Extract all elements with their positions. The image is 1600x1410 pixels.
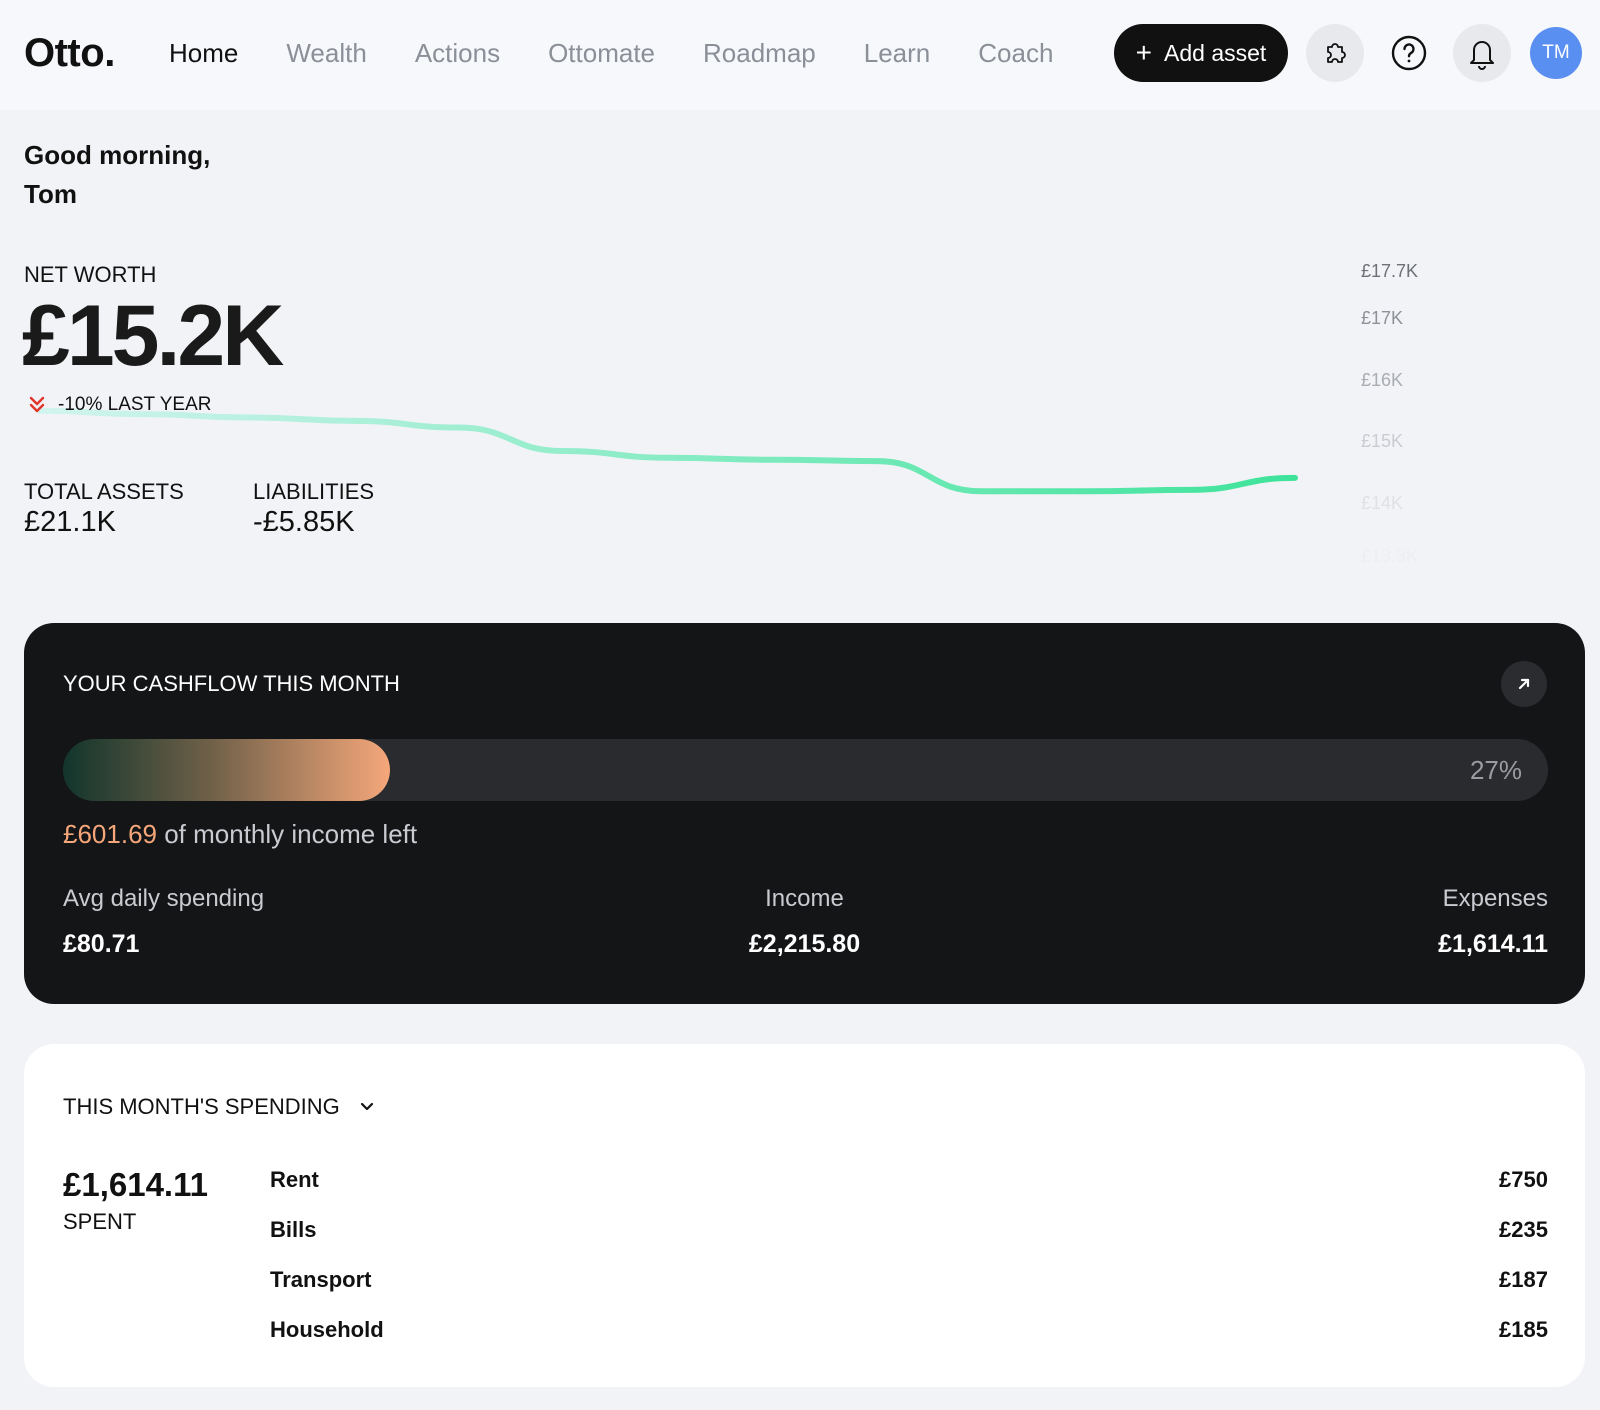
bell-icon	[1470, 41, 1494, 70]
user-avatar[interactable]: TM	[1530, 27, 1582, 79]
spending-total-label: SPENT	[63, 1209, 137, 1234]
main-nav: Home Wealth Actions Ottomate Roadmap Lea…	[169, 34, 1101, 72]
help-button[interactable]	[1380, 24, 1438, 82]
plus-icon: +	[1135, 37, 1153, 68]
greeting-line-1: Good morning,	[24, 140, 211, 170]
income-left-text: £601.69 of monthly income left	[63, 819, 417, 850]
spending-row-rent[interactable]: Rent £750	[270, 1167, 1548, 1217]
nav-roadmap[interactable]: Roadmap	[703, 34, 816, 72]
expenses-label: Expenses	[1442, 885, 1548, 912]
spending-row-transport[interactable]: Transport £187	[270, 1267, 1548, 1317]
double-chevron-down-icon	[29, 396, 45, 413]
category-label: Household	[270, 1317, 384, 1342]
nav-actions[interactable]: Actions	[415, 34, 500, 72]
category-amount: £187	[1499, 1267, 1548, 1292]
category-amount: £185	[1499, 1317, 1548, 1342]
income-label: Income	[765, 885, 844, 912]
category-label: Transport	[270, 1267, 372, 1292]
nav-ottomate[interactable]: Ottomate	[548, 34, 655, 72]
spending-card: THIS MONTH'S SPENDING £1,614.11 SPENT Re…	[24, 1044, 1585, 1387]
total-assets-value: £21.1K	[24, 506, 116, 538]
net-worth-line	[37, 407, 1298, 495]
liabilities-value: -£5.85K	[253, 506, 355, 538]
puzzle-icon	[1327, 43, 1346, 63]
income-left-caption: of monthly income left	[164, 819, 418, 849]
add-asset-label: Add asset	[1164, 39, 1267, 66]
y-axis-tick-label: £15K	[1361, 431, 1403, 451]
add-asset-button[interactable]: + Add asset	[1114, 24, 1288, 82]
nav-home[interactable]: Home	[169, 34, 238, 72]
expenses-value: £1,614.11	[1438, 930, 1548, 958]
cashflow-card: YOUR CASHFLOW THIS MONTH 27% £601.69 of …	[24, 623, 1585, 1004]
net-worth-value: £15.2K	[22, 288, 284, 384]
y-axis-tick-label: £17K	[1361, 308, 1403, 328]
category-label: Bills	[270, 1217, 317, 1242]
spending-period-dropdown[interactable]: THIS MONTH'S SPENDING	[63, 1094, 374, 1120]
puzzle-button[interactable]	[1306, 24, 1364, 82]
help-icon	[1391, 35, 1427, 71]
spending-row-bills[interactable]: Bills £235	[270, 1217, 1548, 1267]
greeting: Good morning, Tom	[24, 136, 210, 214]
y-axis-tick-label: £16K	[1361, 370, 1403, 390]
category-label: Rent	[270, 1167, 319, 1192]
spending-title: THIS MONTH'S SPENDING	[63, 1094, 340, 1119]
net-worth-label: NET WORTH	[24, 262, 157, 287]
spending-total: £1,614.11	[63, 1166, 208, 1203]
arrow-up-right-icon	[1518, 678, 1530, 690]
net-worth-change: -10% LAST YEAR	[28, 394, 211, 416]
cashflow-open-button[interactable]	[1501, 661, 1547, 707]
spending-row-household[interactable]: Household £185	[270, 1317, 1548, 1367]
cashflow-progress-bar: 27%	[63, 739, 1548, 801]
income-left-amount: £601.69	[63, 819, 157, 849]
greeting-name: Tom	[24, 179, 77, 209]
total-assets-label: TOTAL ASSETS	[24, 479, 184, 504]
net-worth-change-text: -10% LAST YEAR	[58, 394, 212, 415]
cashflow-title: YOUR CASHFLOW THIS MONTH	[63, 671, 400, 696]
top-navigation-bar: Otto. Home Wealth Actions Ottomate Roadm…	[0, 0, 1600, 110]
liabilities-label: LIABILITIES	[253, 479, 375, 504]
nav-coach[interactable]: Coach	[978, 34, 1053, 72]
nav-learn[interactable]: Learn	[864, 34, 931, 72]
cashflow-progress-fill	[63, 739, 390, 801]
category-amount: £750	[1499, 1167, 1548, 1192]
y-axis-tick-label: £13.3K	[1361, 546, 1418, 566]
cashflow-percent: 27%	[1469, 755, 1522, 785]
otto-logo[interactable]: Otto.	[24, 28, 115, 78]
nav-wealth[interactable]: Wealth	[286, 34, 366, 72]
spending-category-list: Rent £750 Bills £235 Transport £187 Hous…	[270, 1167, 1548, 1367]
chevron-down-icon	[360, 1102, 373, 1111]
category-amount: £235	[1499, 1217, 1548, 1242]
income-value: £2,215.80	[748, 930, 861, 958]
notifications-button[interactable]	[1453, 24, 1511, 82]
y-axis-tick-label: £17.7K	[1361, 261, 1418, 281]
y-axis-tick-label: £14K	[1361, 493, 1403, 513]
